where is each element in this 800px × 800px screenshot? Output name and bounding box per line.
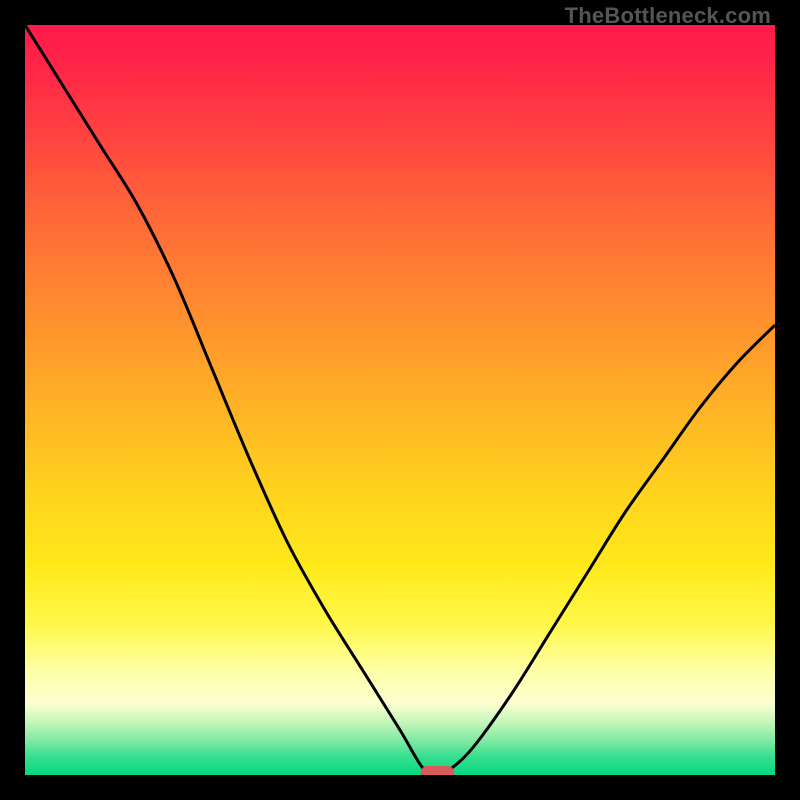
plot-area [25,25,775,775]
curve-layer [25,25,775,775]
bottleneck-chart: TheBottleneck.com [0,0,800,800]
optimal-point-marker [421,766,455,775]
bottleneck-curve [25,25,775,775]
watermark-text: TheBottleneck.com [565,3,771,29]
